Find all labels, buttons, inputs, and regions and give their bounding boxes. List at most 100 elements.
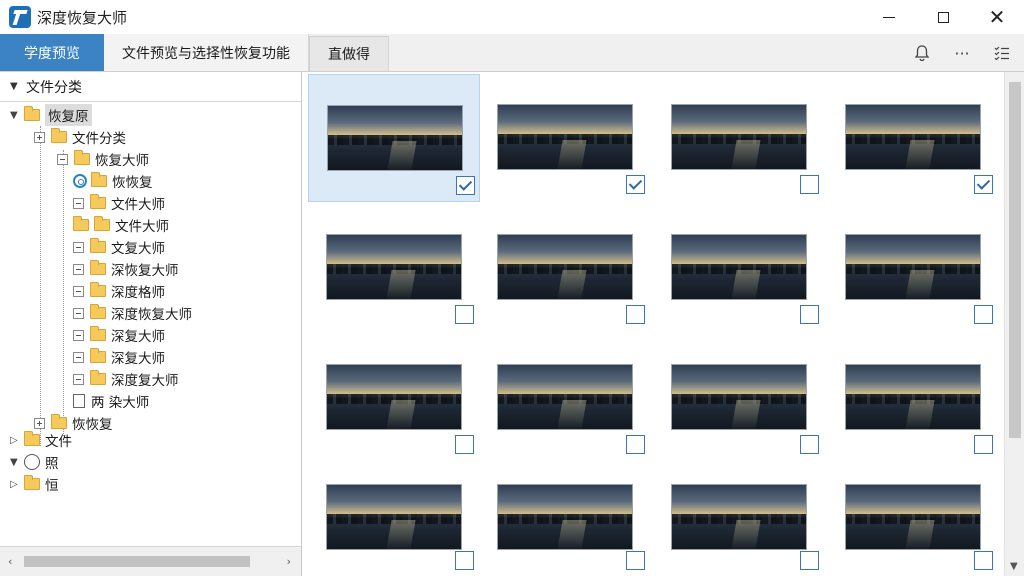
photo-image bbox=[326, 234, 462, 300]
photo-thumbnail[interactable] bbox=[827, 334, 999, 462]
photo-select-checkbox[interactable] bbox=[800, 551, 819, 570]
tab-preview[interactable]: 学度预览 bbox=[0, 34, 104, 71]
tree-item[interactable]: ▼ 照 bbox=[10, 451, 59, 473]
tree-item[interactable]: 深度复大师 bbox=[73, 368, 179, 390]
photo-thumbnail[interactable] bbox=[308, 74, 480, 202]
tree-item[interactable]: 深复大师 bbox=[73, 324, 165, 346]
minimize-button[interactable] bbox=[862, 0, 916, 34]
tab-third[interactable]: 直做得 bbox=[309, 36, 389, 71]
photo-select-checkbox[interactable] bbox=[456, 176, 475, 195]
photo-select-checkbox[interactable] bbox=[800, 175, 819, 194]
photo-thumbnail[interactable] bbox=[827, 74, 999, 202]
photo-select-checkbox[interactable] bbox=[455, 435, 474, 454]
photo-select-checkbox[interactable] bbox=[455, 305, 474, 324]
tree-item[interactable]: 两 染大师 bbox=[73, 390, 149, 412]
collapse-icon[interactable] bbox=[73, 329, 84, 341]
tree-item-label: 文件大师 bbox=[111, 197, 165, 213]
close-button[interactable]: ✕ bbox=[970, 0, 1024, 34]
collapse-icon[interactable] bbox=[73, 351, 84, 363]
folder-icon bbox=[90, 370, 106, 385]
photo-image bbox=[671, 234, 807, 300]
collapse-icon[interactable] bbox=[73, 285, 84, 297]
collapse-icon[interactable] bbox=[73, 263, 84, 275]
photo-select-checkbox[interactable] bbox=[974, 305, 993, 324]
panel-header[interactable]: ▼ 文件分类 bbox=[0, 72, 301, 102]
photo-image bbox=[326, 484, 462, 550]
photo-thumbnail[interactable] bbox=[479, 464, 651, 576]
photo-image bbox=[497, 234, 633, 300]
photo-thumbnail[interactable] bbox=[653, 74, 825, 202]
photo-select-checkbox[interactable] bbox=[974, 435, 993, 454]
photo-select-checkbox[interactable] bbox=[455, 551, 474, 570]
collapse-icon[interactable] bbox=[73, 307, 84, 319]
scroll-left-icon[interactable]: ‹ bbox=[8, 555, 12, 568]
tree-item[interactable]: 深度格师 bbox=[73, 280, 165, 302]
list-checklist-icon[interactable] bbox=[992, 43, 1012, 63]
photo-thumbnail[interactable] bbox=[479, 74, 651, 202]
tree-item-label: 深复大师 bbox=[111, 351, 165, 367]
photo-thumbnail[interactable] bbox=[308, 334, 480, 462]
scroll-right-icon[interactable]: › bbox=[287, 555, 291, 568]
expand-icon[interactable] bbox=[34, 417, 45, 429]
photo-thumbnail[interactable] bbox=[308, 464, 480, 576]
scrollbar-thumb[interactable] bbox=[1009, 82, 1021, 438]
collapse-icon[interactable] bbox=[57, 153, 68, 165]
photo-select-checkbox[interactable] bbox=[626, 435, 645, 454]
tab-bar: 学度预览 文件预览与选择性恢复功能 直做得 ··· bbox=[0, 34, 1024, 72]
tree-item[interactable]: 深恢复大师 bbox=[73, 258, 179, 280]
tree-item-label: 深度格师 bbox=[111, 285, 165, 301]
tree-item[interactable]: 文件大师 bbox=[73, 192, 165, 214]
tree-item[interactable]: 文件大师 bbox=[73, 214, 169, 236]
tree-item-root[interactable]: ▼ 恢复原 bbox=[10, 104, 92, 126]
tree-item[interactable]: 恢恢复 bbox=[73, 170, 153, 192]
tree-item[interactable]: ▷ 文件 bbox=[10, 429, 72, 451]
photo-thumbnail[interactable] bbox=[653, 464, 825, 576]
tree-item[interactable]: 深度恢复大师 bbox=[73, 302, 192, 324]
photo-select-checkbox[interactable] bbox=[626, 551, 645, 570]
tree-guide-line bbox=[63, 150, 64, 436]
photo-select-checkbox[interactable] bbox=[974, 175, 993, 194]
tree-item-label: 文件 bbox=[45, 434, 72, 450]
bell-icon[interactable] bbox=[912, 43, 932, 63]
collapse-icon[interactable] bbox=[73, 373, 84, 385]
photo-thumbnail[interactable] bbox=[827, 204, 999, 332]
tree-item[interactable]: 文件分类 bbox=[34, 126, 126, 148]
window-title: 深度恢复大师 bbox=[37, 8, 128, 27]
panel-header-label: 文件分类 bbox=[26, 79, 82, 96]
tree-item[interactable]: 恢复大师 bbox=[57, 148, 149, 170]
more-options-icon[interactable]: ··· bbox=[952, 43, 972, 63]
photo-image bbox=[845, 364, 981, 430]
horizontal-scrollbar[interactable]: ‹ › bbox=[0, 546, 301, 576]
tree-item[interactable]: 文复大师 bbox=[73, 236, 165, 258]
tree-item[interactable]: 深复大师 bbox=[73, 346, 165, 368]
photo-thumbnail[interactable] bbox=[653, 334, 825, 462]
photo-thumbnail[interactable] bbox=[479, 334, 651, 462]
tree-item[interactable]: ▷ 恒 bbox=[10, 473, 59, 495]
vertical-scrollbar[interactable]: ▼ bbox=[1004, 72, 1024, 576]
photo-select-checkbox[interactable] bbox=[626, 175, 645, 194]
photo-select-checkbox[interactable] bbox=[800, 305, 819, 324]
tree-item-label: 深复大师 bbox=[111, 329, 165, 345]
scroll-down-icon[interactable]: ▼ bbox=[1010, 561, 1018, 572]
maximize-icon bbox=[937, 11, 949, 23]
photo-thumbnail[interactable] bbox=[308, 204, 480, 332]
tab-file-preview-selective-recovery[interactable]: 文件预览与选择性恢复功能 bbox=[104, 34, 309, 71]
photo-select-checkbox[interactable] bbox=[800, 435, 819, 454]
folder-icon bbox=[51, 414, 67, 429]
folder-icon bbox=[90, 304, 106, 319]
scrollbar-thumb[interactable] bbox=[24, 556, 250, 567]
photo-select-checkbox[interactable] bbox=[626, 305, 645, 324]
photo-image bbox=[327, 105, 463, 171]
photo-thumbnail[interactable] bbox=[827, 464, 999, 576]
photo-thumbnail[interactable] bbox=[653, 204, 825, 332]
photo-select-checkbox[interactable] bbox=[974, 551, 993, 570]
photo-thumbnail[interactable] bbox=[479, 204, 651, 332]
collapse-icon[interactable] bbox=[73, 241, 84, 253]
collapse-icon[interactable] bbox=[73, 197, 84, 209]
folder-icon bbox=[94, 216, 110, 231]
expand-icon[interactable] bbox=[34, 131, 45, 143]
folder-icon bbox=[90, 238, 106, 253]
tree-item-label: 恢复大师 bbox=[95, 153, 149, 169]
maximize-button[interactable] bbox=[916, 0, 970, 34]
photo-image bbox=[845, 234, 981, 300]
